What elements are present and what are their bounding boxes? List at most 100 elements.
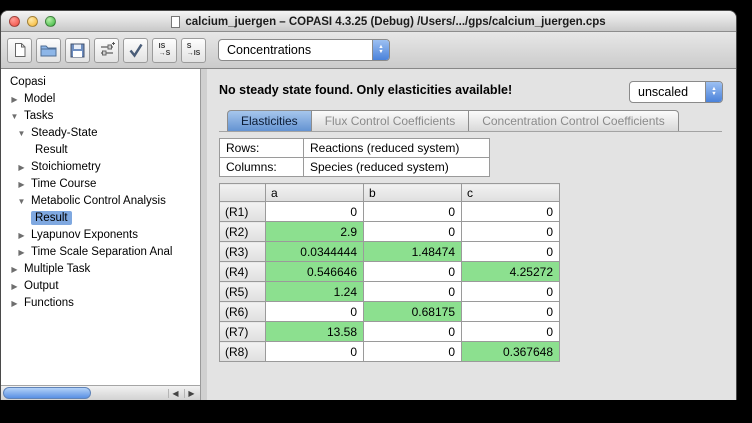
matrix-cell[interactable]: 1.24 <box>266 282 364 302</box>
matrix-cell[interactable]: 0 <box>266 342 364 362</box>
sidebar-item-result[interactable]: Result <box>1 210 200 227</box>
sidebar-item-time-scale-separation-anal[interactable]: ▶Time Scale Separation Anal <box>1 244 200 261</box>
header-row: abc <box>220 184 560 202</box>
disclosure-open-icon[interactable]: ▼ <box>16 125 27 142</box>
open-file-button[interactable] <box>36 38 61 63</box>
table-row: (R1)000 <box>220 202 560 222</box>
sidebar-item-label: Result <box>31 211 72 225</box>
scroll-right-arrow-icon[interactable]: ▶ <box>184 389 198 398</box>
disclosure-open-icon[interactable]: ▼ <box>9 108 20 125</box>
save-icon <box>70 43 85 58</box>
matrix-cell[interactable]: 0 <box>462 282 560 302</box>
sidebar-item-functions[interactable]: ▶Functions <box>1 295 200 312</box>
matrix-cell[interactable]: 0 <box>364 342 462 362</box>
matrix-cell[interactable]: 0 <box>462 242 560 262</box>
new-file-button[interactable] <box>7 38 32 63</box>
disclosure-closed-icon[interactable]: ▶ <box>9 278 20 295</box>
disclosure-closed-icon[interactable]: ▶ <box>9 91 20 108</box>
sidebar-item-label: Metabolic Control Analysis <box>27 194 170 208</box>
sidebar-item-lyapunov-exponents[interactable]: ▶Lyapunov Exponents <box>1 227 200 244</box>
scroll-left-arrow-icon[interactable]: ◀ <box>168 389 182 398</box>
matrix-cell[interactable]: 4.25272 <box>462 262 560 282</box>
is-to-s-icon: IS →S <box>159 43 171 58</box>
sidebar-item-label: Result <box>31 143 72 157</box>
matrix-cell[interactable]: 0.0344444 <box>266 242 364 262</box>
row-header-r5[interactable]: (R5) <box>220 282 266 302</box>
columns-label: Columns: <box>220 158 304 177</box>
row-header-r2[interactable]: (R2) <box>220 222 266 242</box>
row-header-r6[interactable]: (R6) <box>220 302 266 322</box>
scale-select[interactable]: unscaled ▲▼ <box>629 81 723 103</box>
save-file-button[interactable] <box>65 38 90 63</box>
matrix-cell[interactable]: 0 <box>364 262 462 282</box>
sidebar-item-label: Functions <box>20 296 78 310</box>
sidebar-item-model[interactable]: ▶Model <box>1 91 200 108</box>
column-header-c[interactable]: c <box>462 184 560 202</box>
matrix-cell[interactable]: 0 <box>364 222 462 242</box>
row-header-r1[interactable]: (R1) <box>220 202 266 222</box>
matrix-cell[interactable]: 0.546646 <box>266 262 364 282</box>
slider-icon <box>99 42 115 58</box>
matrix-cell[interactable]: 0 <box>266 302 364 322</box>
check-model-button[interactable] <box>123 38 148 63</box>
matrix-cell[interactable]: 1.48474 <box>364 242 462 262</box>
window-controls <box>9 16 56 27</box>
matrix-cell[interactable]: 2.9 <box>266 222 364 242</box>
sidebar-item-time-course[interactable]: ▶Time Course <box>1 176 200 193</box>
table-row: (R7)13.5800 <box>220 322 560 342</box>
sidebar-item-stoichiometry[interactable]: ▶Stoichiometry <box>1 159 200 176</box>
column-header-a[interactable]: a <box>266 184 364 202</box>
row-header-r7[interactable]: (R7) <box>220 322 266 342</box>
table-row: (R3)0.03444441.484740 <box>220 242 560 262</box>
toolbar: IS →S S →IS Concentrations ▲▼ <box>1 32 736 69</box>
close-window-button[interactable] <box>9 16 20 27</box>
disclosure-closed-icon[interactable]: ▶ <box>16 176 27 193</box>
matrix-cell[interactable]: 0 <box>364 202 462 222</box>
matrix-cell[interactable]: 0 <box>364 282 462 302</box>
matrix-cell[interactable]: 0 <box>462 302 560 322</box>
sidebar-item-multiple-task[interactable]: ▶Multiple Task <box>1 261 200 278</box>
sidebar-item-label: Steady-State <box>27 126 101 140</box>
row-header-r3[interactable]: (R3) <box>220 242 266 262</box>
disclosure-open-icon[interactable]: ▼ <box>16 193 27 210</box>
matrix-cell[interactable]: 0.367648 <box>462 342 560 362</box>
sidebar-item-result[interactable]: Result <box>1 142 200 159</box>
disclosure-closed-icon[interactable]: ▶ <box>16 244 27 261</box>
sidebar-item-label: Output <box>20 279 63 293</box>
matrix-cell[interactable]: 0.68175 <box>364 302 462 322</box>
row-header-r4[interactable]: (R4) <box>220 262 266 282</box>
result-tabs: ElasticitiesFlux Control CoefficientsCon… <box>219 110 722 132</box>
disclosure-closed-icon[interactable]: ▶ <box>9 261 20 278</box>
view-selector-combo[interactable]: Concentrations ▲▼ <box>218 39 390 61</box>
minimize-window-button[interactable] <box>27 16 38 27</box>
rows-value: Reactions (reduced system) <box>304 139 490 158</box>
disclosure-closed-icon[interactable]: ▶ <box>9 295 20 312</box>
tab-flux-control-coefficients[interactable]: Flux Control Coefficients <box>311 110 470 131</box>
disclosure-closed-icon[interactable]: ▶ <box>16 159 27 176</box>
initial-state-to-state-button[interactable]: IS →S <box>152 38 177 63</box>
tab-elasticities[interactable]: Elasticities <box>227 110 312 131</box>
column-header-b[interactable]: b <box>364 184 462 202</box>
matrix-cell[interactable]: 0 <box>462 222 560 242</box>
tab-concentration-control-coefficients[interactable]: Concentration Control Coefficients <box>468 110 679 131</box>
sidebar-item-label: Time Course <box>27 177 100 191</box>
sidebar-horizontal-scrollbar[interactable]: ◀ ▶ <box>1 385 200 400</box>
sidebar-item-copasi[interactable]: Copasi <box>1 74 200 91</box>
row-header-r8[interactable]: (R8) <box>220 342 266 362</box>
table-row: (R8)000.367648 <box>220 342 560 362</box>
matrix-cell[interactable]: 0 <box>462 322 560 342</box>
matrix-cell[interactable]: 0 <box>462 202 560 222</box>
matrix-cell[interactable]: 0 <box>266 202 364 222</box>
scrollbar-thumb[interactable] <box>3 387 91 399</box>
sidebar-item-steady-state[interactable]: ▼Steady-State <box>1 125 200 142</box>
sidebar-item-output[interactable]: ▶Output <box>1 278 200 295</box>
state-to-initial-state-button[interactable]: S →IS <box>181 38 206 63</box>
show-sliders-button[interactable] <box>94 38 119 63</box>
sidebar-item-tasks[interactable]: ▼Tasks <box>1 108 200 125</box>
matrix-cell[interactable]: 13.58 <box>266 322 364 342</box>
sidebar-item-metabolic-control-analysis[interactable]: ▼Metabolic Control Analysis <box>1 193 200 210</box>
zoom-window-button[interactable] <box>45 16 56 27</box>
matrix-cell[interactable]: 0 <box>364 322 462 342</box>
checkmark-icon <box>128 42 144 58</box>
disclosure-closed-icon[interactable]: ▶ <box>16 227 27 244</box>
